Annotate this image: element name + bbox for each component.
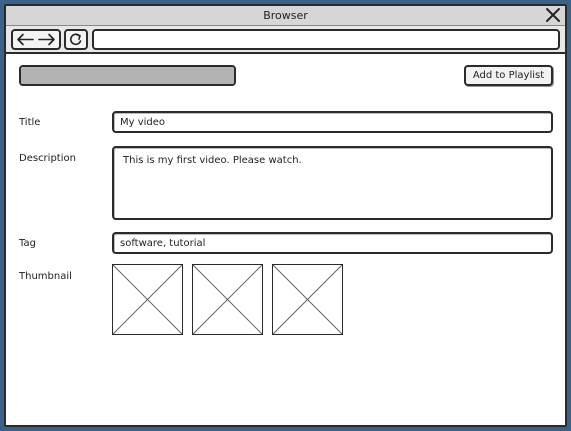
- thumbnail-option-3[interactable]: [272, 264, 343, 335]
- title-bar: Browser: [6, 6, 565, 26]
- window-title: Browser: [263, 9, 308, 22]
- add-to-playlist-button[interactable]: Add to Playlist: [464, 65, 553, 86]
- image-placeholder-icon: [113, 265, 182, 334]
- address-bar[interactable]: [92, 29, 560, 50]
- upload-progress-fill: [21, 67, 234, 84]
- image-placeholder-icon: [193, 265, 262, 334]
- thumbnail-option-2[interactable]: [192, 264, 263, 335]
- browser-toolbar: [6, 26, 565, 54]
- description-field[interactable]: This is my first video. Please watch.: [112, 146, 553, 220]
- forward-button[interactable]: [35, 31, 59, 48]
- close-icon[interactable]: [545, 7, 561, 23]
- title-label: Title: [19, 117, 41, 128]
- refresh-icon: [70, 33, 82, 46]
- arrow-right-icon: [38, 33, 55, 46]
- description-label: Description: [19, 153, 76, 164]
- refresh-button[interactable]: [64, 29, 88, 50]
- upload-progress-bar: [19, 65, 236, 86]
- browser-window: Browser Add to Playlist Title My video D…: [4, 4, 567, 427]
- back-forward-group: [11, 29, 61, 50]
- back-button[interactable]: [13, 31, 37, 48]
- arrow-left-icon: [17, 33, 34, 46]
- thumbnail-label: Thumbnail: [19, 271, 72, 282]
- page-content: Add to Playlist Title My video Descripti…: [6, 56, 565, 425]
- image-placeholder-icon: [273, 265, 342, 334]
- tag-label: Tag: [19, 238, 36, 249]
- title-field[interactable]: My video: [112, 111, 553, 133]
- tag-field[interactable]: software, tutorial: [112, 232, 553, 254]
- thumbnail-option-1[interactable]: [112, 264, 183, 335]
